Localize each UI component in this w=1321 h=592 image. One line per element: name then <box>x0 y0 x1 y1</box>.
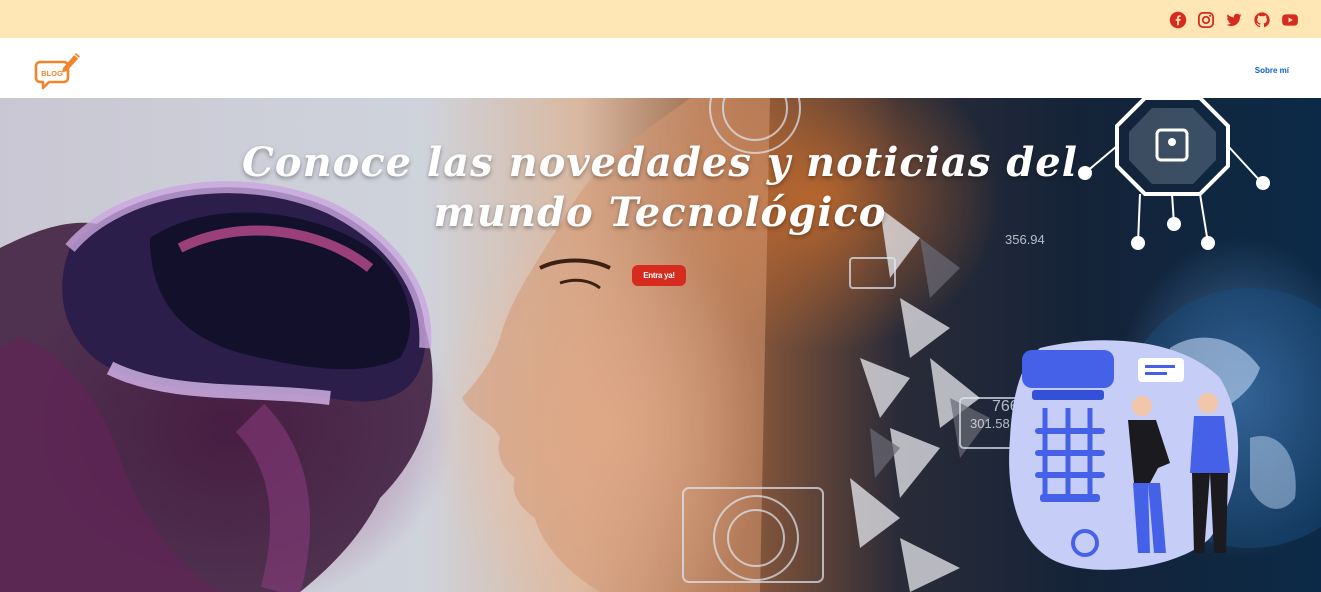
youtube-icon[interactable] <box>1281 11 1299 29</box>
navbar: BLOG Sobre mí <box>0 38 1321 98</box>
hud-number-3: 301.58 <box>970 416 1010 431</box>
hero-title: Conoce las novedades y noticias del mund… <box>242 139 1078 236</box>
twitter-icon[interactable] <box>1225 11 1243 29</box>
blog-logo[interactable]: BLOG <box>34 48 82 92</box>
facebook-icon[interactable] <box>1169 11 1187 29</box>
hero-banner: 356.94 766 301.58 Conoce las novedades y… <box>0 98 1321 592</box>
github-icon[interactable] <box>1253 11 1271 29</box>
instagram-icon[interactable] <box>1197 11 1215 29</box>
logo-text: BLOG <box>41 69 63 78</box>
social-links <box>1169 11 1299 29</box>
top-bar <box>0 0 1321 38</box>
nav-link-about[interactable]: Sobre mí <box>1255 66 1289 75</box>
enter-button[interactable]: Entra ya! <box>632 265 686 286</box>
